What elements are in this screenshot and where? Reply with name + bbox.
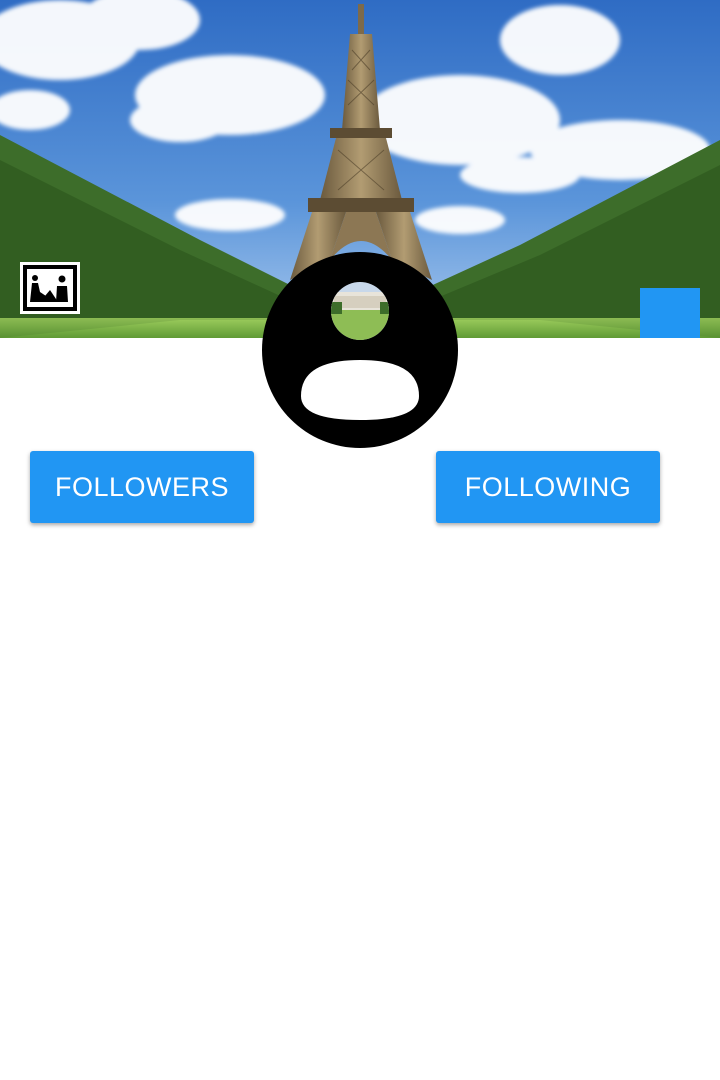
following-button[interactable]: FOLLOWING: [436, 451, 660, 523]
landscape-photo-icon: [20, 262, 80, 314]
profile-screen: FOLLOWERS FOLLOWING: [0, 0, 720, 1080]
account-circle-icon: [262, 252, 458, 448]
profile-avatar[interactable]: [262, 252, 458, 448]
followers-button[interactable]: FOLLOWERS: [30, 451, 254, 523]
action-square-button[interactable]: [640, 288, 700, 338]
change-cover-photo-button[interactable]: [20, 262, 80, 314]
